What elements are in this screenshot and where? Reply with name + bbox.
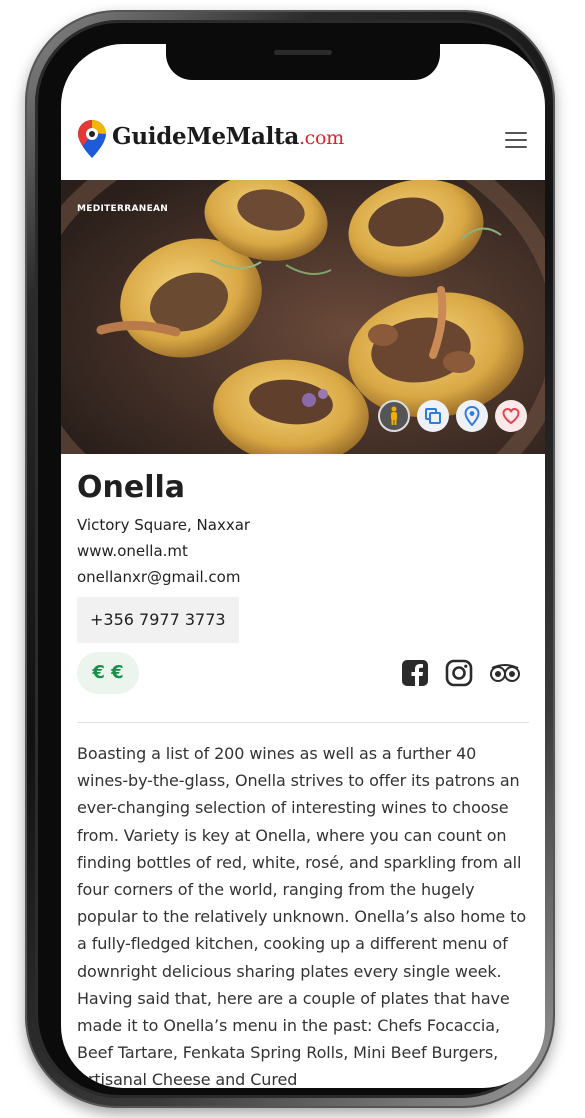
location-pin-icon: [464, 406, 480, 426]
price-level-badge: € €: [77, 652, 139, 694]
tripadvisor-icon[interactable]: [489, 663, 521, 683]
listing-address: Victory Square, Naxxar: [77, 516, 251, 534]
phone-button[interactable]: +356 7977 3773: [77, 597, 239, 643]
notch: [166, 44, 440, 80]
copy-button[interactable]: [417, 400, 449, 432]
facebook-icon[interactable]: [401, 659, 429, 687]
heart-icon: [502, 408, 520, 424]
hamburger-menu-icon[interactable]: [505, 132, 527, 148]
social-links: [401, 659, 521, 687]
brand-logo[interactable]: GuideMeMalta.com: [112, 123, 344, 150]
section-divider: [77, 722, 529, 723]
accessibility-icon: [391, 406, 397, 425]
accessibility-button[interactable]: [378, 400, 410, 432]
listing-description: Boasting a list of 200 wines as well as …: [77, 744, 527, 1088]
phone-screen: GuideMeMalta.com MEDITERRANEAN Onella Vi…: [61, 44, 545, 1088]
copy-icon: [425, 408, 441, 424]
instagram-icon[interactable]: [445, 659, 473, 687]
hero-image: MEDITERRANEAN: [61, 180, 545, 454]
website-link[interactable]: www.onella.mt: [77, 542, 188, 560]
site-header: GuideMeMalta.com: [61, 104, 545, 178]
email-link[interactable]: onellanxr@gmail.com: [77, 568, 240, 586]
hero-action-bar: [378, 400, 527, 432]
listing-title: Onella: [77, 470, 186, 505]
brand-suffix: .com: [298, 127, 344, 149]
favorite-button[interactable]: [495, 400, 527, 432]
logo-pin-icon[interactable]: [77, 119, 107, 159]
map-location-button[interactable]: [456, 400, 488, 432]
speaker-grille: [274, 50, 332, 55]
category-badge: MEDITERRANEAN: [77, 204, 169, 214]
brand-name: GuideMeMalta: [112, 123, 299, 150]
